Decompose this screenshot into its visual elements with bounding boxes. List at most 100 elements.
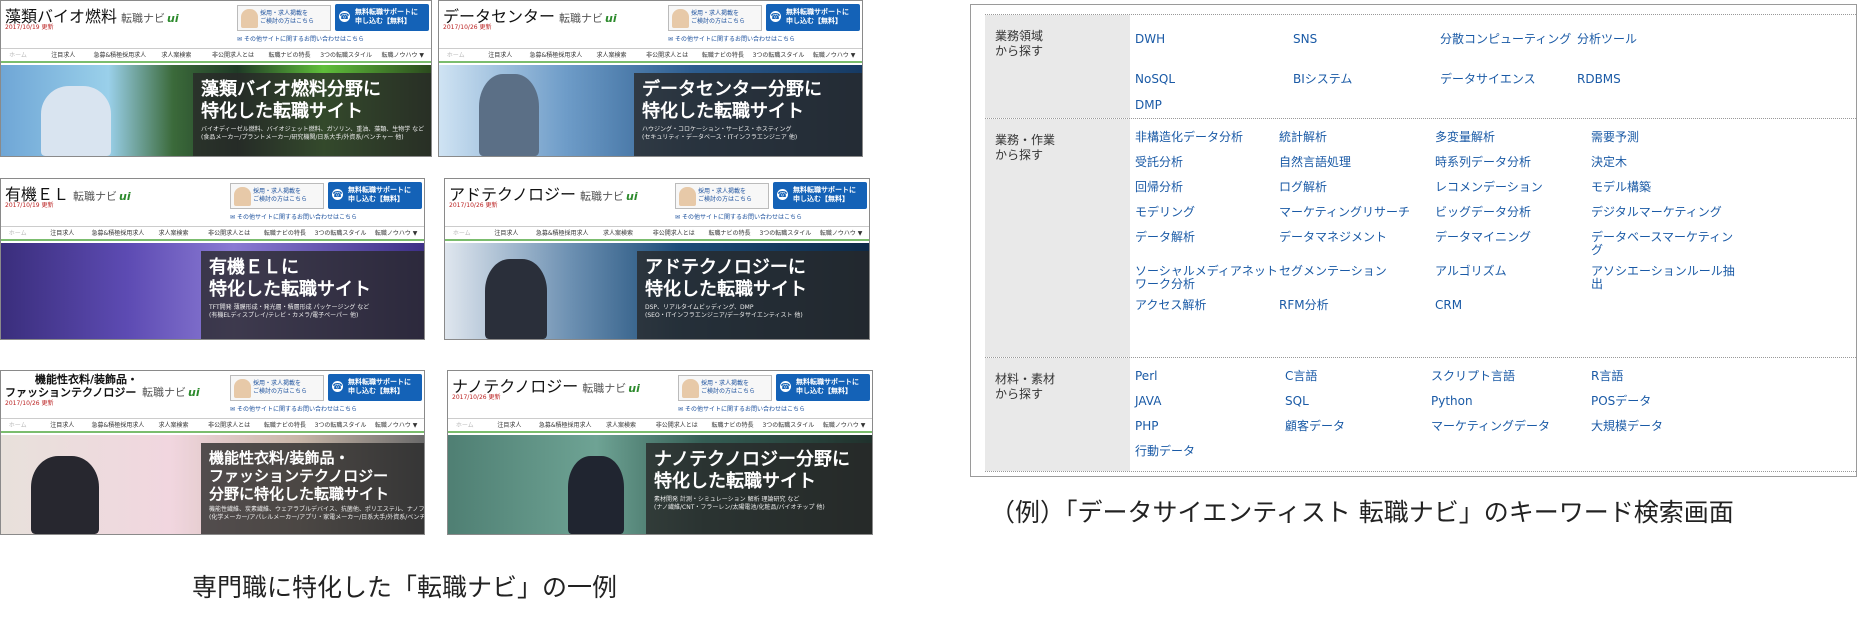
- keyword-link[interactable]: モデリング: [1135, 206, 1287, 219]
- keyword-link[interactable]: 多変量解析: [1435, 131, 1587, 144]
- nav-item[interactable]: 3つの転職スタイル: [313, 227, 369, 239]
- nav-item[interactable]: 求人案検索: [593, 419, 649, 431]
- nav-item[interactable]: ホーム: [1, 419, 34, 431]
- keyword-link[interactable]: RDBMS: [1577, 73, 1729, 86]
- nav-item[interactable]: 注目求人: [35, 49, 92, 61]
- keyword-link[interactable]: 受託分析: [1135, 156, 1287, 169]
- keyword-link[interactable]: データマイニング: [1435, 231, 1587, 244]
- keyword-link[interactable]: ビッグデータ分析: [1435, 206, 1587, 219]
- keyword-link[interactable]: Python: [1431, 395, 1583, 408]
- nav-item[interactable]: 転職ナビの特長: [695, 49, 751, 61]
- keyword-link[interactable]: 大規模データ: [1591, 420, 1743, 433]
- hero-banner[interactable]: データセンター分野に 特化した転職サイト ハウジング・コロケーション・サービス・ホス…: [439, 65, 862, 156]
- keyword-link[interactable]: C言語: [1285, 370, 1437, 383]
- nav-item[interactable]: 転職ノウハウ ▼: [813, 227, 869, 239]
- keyword-link[interactable]: マーケティングリサーチ: [1279, 206, 1431, 219]
- hero-banner[interactable]: ナノテクノロジー分野に 特化した転職サイト 素材開発 計測・シミュレーション 解析 …: [448, 435, 872, 534]
- keyword-link[interactable]: データマネジメント: [1279, 231, 1431, 244]
- recruit-listing-link[interactable]: 採用・求人掲載を ご検討の方はこちら: [237, 5, 331, 31]
- nav-item[interactable]: 非公開求人とは: [639, 49, 695, 61]
- keyword-link[interactable]: DMP: [1135, 99, 1287, 112]
- nav-item[interactable]: 非公開求人とは: [649, 419, 705, 431]
- nav-item[interactable]: 転職ナビの特長: [261, 49, 318, 61]
- keyword-link[interactable]: 分析ツール: [1577, 33, 1729, 46]
- nav-item[interactable]: ホーム: [445, 227, 478, 239]
- contact-link[interactable]: ✉ その他サイトに関するお問い合わせはこちら: [678, 404, 805, 413]
- site-card[interactable]: 藻類バイオ燃料 転職ナビ ui 2017/10/19 更新 採用・求人掲載を ご検討の方は…: [0, 0, 432, 157]
- recruit-listing-link[interactable]: 採用・求人掲載を ご検討の方はこちら: [230, 183, 324, 209]
- keyword-link[interactable]: セグメンテーション: [1279, 265, 1431, 278]
- free-support-apply-button[interactable]: ☎ 無料転職サポートに 申し込む【無料】: [776, 374, 870, 401]
- nav-item[interactable]: 転職ノウハウ ▼: [374, 49, 431, 61]
- recruit-listing-link[interactable]: 採用・求人掲載を ご検討の方はこちら: [230, 375, 324, 401]
- keyword-link[interactable]: 統計解析: [1279, 131, 1431, 144]
- keyword-link[interactable]: BIシステム: [1293, 73, 1445, 86]
- keyword-link[interactable]: アソシエーションルール抽出: [1591, 265, 1743, 291]
- nav-item[interactable]: 3つの転職スタイル: [318, 49, 375, 61]
- keyword-link[interactable]: ソーシャルメディアネットワーク分析: [1135, 265, 1287, 291]
- keyword-link[interactable]: スクリプト言語: [1431, 370, 1583, 383]
- nav-item[interactable]: 急募&積極採用求人: [90, 419, 146, 431]
- contact-link[interactable]: ✉ その他サイトに関するお問い合わせはこちら: [237, 34, 364, 43]
- nav-item[interactable]: 注目求人: [478, 227, 534, 239]
- keyword-link[interactable]: デジタルマーケティング: [1591, 206, 1743, 219]
- keyword-link[interactable]: 自然言語処理: [1279, 156, 1431, 169]
- keyword-link[interactable]: マーケティングデータ: [1431, 420, 1583, 433]
- keyword-link[interactable]: アクセス解析: [1135, 299, 1287, 312]
- hero-banner[interactable]: アドテクノロジーに 特化した転職サイト DSP、リアルタイムビッディング、DMP (S…: [445, 243, 869, 339]
- contact-link[interactable]: ✉ その他サイトに関するお問い合わせはこちら: [668, 34, 795, 43]
- nav-item[interactable]: 3つの転職スタイル: [313, 419, 369, 431]
- keyword-link[interactable]: NoSQL: [1135, 73, 1287, 86]
- nav-item[interactable]: 求人案検索: [148, 49, 205, 61]
- nav-item[interactable]: 注目求人: [481, 419, 537, 431]
- keyword-link[interactable]: 回帰分析: [1135, 181, 1287, 194]
- nav-item[interactable]: 3つの転職スタイル: [751, 49, 807, 61]
- keyword-link[interactable]: Perl: [1135, 370, 1287, 383]
- recruit-listing-link[interactable]: 採用・求人掲載を ご検討の方はこちら: [668, 5, 762, 31]
- keyword-link[interactable]: SNS: [1293, 33, 1445, 46]
- nav-item[interactable]: 急募&積極採用求人: [528, 49, 584, 61]
- free-support-apply-button[interactable]: ☎ 無料転職サポートに 申し込む【無料】: [328, 182, 422, 209]
- free-support-apply-button[interactable]: ☎ 無料転職サポートに 申し込む【無料】: [766, 4, 860, 31]
- free-support-apply-button[interactable]: ☎ 無料転職サポートに 申し込む【無料】: [773, 182, 867, 209]
- nav-item[interactable]: ホーム: [1, 49, 35, 61]
- nav-item[interactable]: 転職ナビの特長: [702, 227, 758, 239]
- nav-item[interactable]: 転職ノウハウ ▼: [816, 419, 872, 431]
- keyword-link[interactable]: レコメンデーション: [1435, 181, 1587, 194]
- nav-item[interactable]: 急募&積極採用求人: [92, 49, 149, 61]
- nav-item[interactable]: 急募&積極採用求人: [534, 227, 590, 239]
- free-support-apply-button[interactable]: ☎ 無料転職サポートに 申し込む【無料】: [328, 374, 422, 401]
- keyword-link[interactable]: 行動データ: [1135, 445, 1287, 458]
- nav-item[interactable]: 求人案検索: [146, 419, 202, 431]
- site-card[interactable]: ナノテクノロジー 転職ナビ ui 2017/10/26 更新 採用・求人掲載を ご検討の方…: [447, 370, 873, 535]
- keyword-link[interactable]: データ解析: [1135, 231, 1287, 244]
- site-logo[interactable]: 機能性衣料/装飾品・ ファッションテクノロジー 転職ナビ ui: [5, 373, 200, 400]
- nav-item[interactable]: 非公開求人とは: [201, 419, 257, 431]
- nav-item[interactable]: ホーム: [1, 227, 34, 239]
- contact-link[interactable]: ✉ その他サイトに関するお問い合わせはこちら: [675, 212, 802, 221]
- keyword-link[interactable]: モデル構築: [1591, 181, 1743, 194]
- keyword-link[interactable]: データサイエンス: [1440, 73, 1592, 86]
- nav-item[interactable]: 求人案検索: [146, 227, 202, 239]
- nav-item[interactable]: 注目求人: [472, 49, 528, 61]
- keyword-link[interactable]: POSデータ: [1591, 395, 1743, 408]
- nav-item[interactable]: 注目求人: [34, 227, 90, 239]
- contact-link[interactable]: ✉ その他サイトに関するお問い合わせはこちら: [230, 404, 357, 413]
- site-card[interactable]: 機能性衣料/装飾品・ ファッションテクノロジー 転職ナビ ui 2017/10/26 更…: [0, 370, 425, 535]
- nav-item[interactable]: 転職ノウハウ ▼: [368, 419, 424, 431]
- keyword-link[interactable]: ログ解析: [1279, 181, 1431, 194]
- recruit-listing-link[interactable]: 採用・求人掲載を ご検討の方はこちら: [678, 375, 772, 401]
- nav-item[interactable]: 注目求人: [34, 419, 90, 431]
- nav-item[interactable]: 非公開求人とは: [646, 227, 702, 239]
- hero-banner[interactable]: 藻類バイオ燃料分野に 特化した転職サイト バイオディーゼル燃料、バイオジェット燃料、…: [1, 65, 431, 156]
- nav-item[interactable]: 求人案検索: [584, 49, 640, 61]
- nav-item[interactable]: 非公開求人とは: [205, 49, 262, 61]
- hero-banner[interactable]: 有機ＥＬに 特化した転職サイト TFT開発 薄膜形成・発光層・積層形成 パッケージン…: [1, 243, 424, 339]
- keyword-link[interactable]: アルゴリズム: [1435, 265, 1587, 278]
- recruit-listing-link[interactable]: 採用・求人掲載を ご検討の方はこちら: [675, 183, 769, 209]
- nav-item[interactable]: 3つの転職スタイル: [760, 419, 816, 431]
- nav-item[interactable]: 転職ナビの特長: [257, 419, 313, 431]
- keyword-link[interactable]: 分散コンピューティング: [1440, 33, 1592, 46]
- nav-item[interactable]: 転職ノウハウ ▼: [806, 49, 862, 61]
- keyword-link[interactable]: RFM分析: [1279, 299, 1431, 312]
